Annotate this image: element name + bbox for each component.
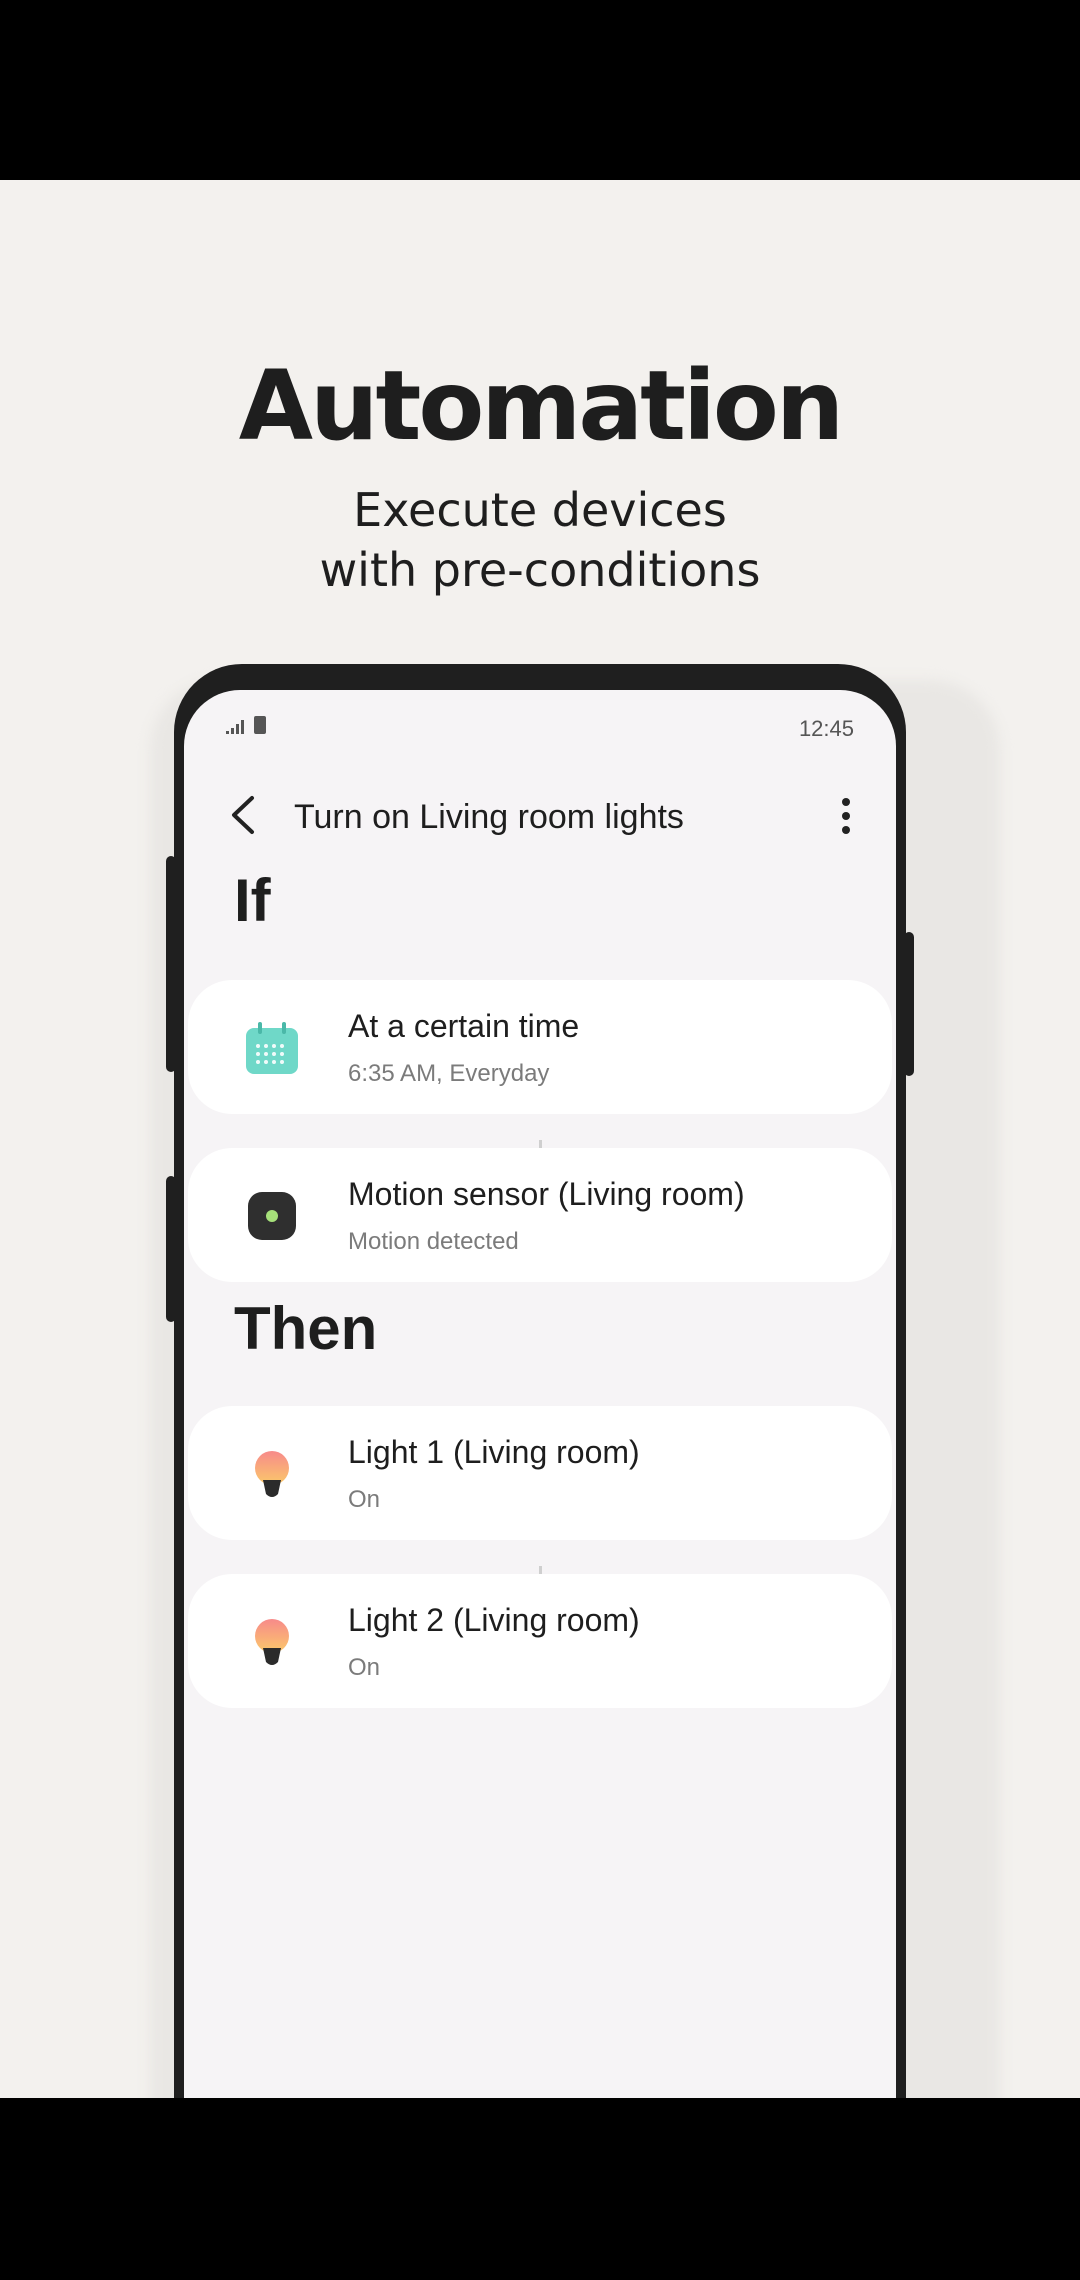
- action-card-light-2[interactable]: Light 2 (Living room) On: [188, 1574, 892, 1708]
- battery-icon: [254, 716, 266, 734]
- action-title: Light 2 (Living room): [348, 1602, 640, 1638]
- motion-sensor-icon: [248, 1192, 296, 1240]
- status-bar: 12:45: [184, 690, 896, 760]
- then-section-label: Then: [234, 1295, 378, 1362]
- page-title: Turn on Living room lights: [294, 798, 684, 836]
- bottom-black-bar: [0, 2098, 1080, 2280]
- light-bulb-icon: [255, 1451, 289, 1497]
- headline: Automation: [238, 350, 844, 462]
- condition-title: At a certain time: [348, 1008, 580, 1044]
- phone-screen: 12:45 Turn on Living room lights If At a…: [184, 690, 896, 2098]
- phone-frame: 12:45 Turn on Living room lights If At a…: [174, 664, 906, 2098]
- light-bulb-icon: [255, 1619, 289, 1665]
- app-header: Turn on Living room lights: [184, 760, 896, 870]
- signal-icon: [226, 720, 244, 734]
- top-black-bar: [0, 0, 1080, 180]
- action-title: Light 1 (Living room): [348, 1434, 640, 1470]
- condition-card-time[interactable]: At a certain time 6:35 AM, Everyday: [188, 980, 892, 1114]
- action-subtitle: On: [348, 1654, 381, 1681]
- promo-panel: Automation Execute devices with pre-cond…: [0, 180, 1080, 2098]
- condition-subtitle: 6:35 AM, Everyday: [348, 1060, 550, 1087]
- condition-title: Motion sensor (Living room): [348, 1176, 745, 1212]
- back-arrow-icon[interactable]: [224, 792, 264, 838]
- condition-subtitle: Motion detected: [348, 1228, 519, 1255]
- status-time: 12:45: [798, 716, 854, 741]
- action-subtitle: On: [348, 1486, 381, 1513]
- if-section-label: If: [234, 867, 271, 934]
- subheadline-line-1: Execute devices: [353, 483, 727, 537]
- subheadline-line-2: with pre-conditions: [319, 543, 761, 597]
- more-options-icon[interactable]: [840, 798, 852, 838]
- condition-card-motion[interactable]: Motion sensor (Living room) Motion detec…: [188, 1148, 892, 1282]
- calendar-icon: [246, 1022, 298, 1074]
- action-card-light-1[interactable]: Light 1 (Living room) On: [188, 1406, 892, 1540]
- subheadline: Execute devices with pre-conditions: [0, 480, 1080, 600]
